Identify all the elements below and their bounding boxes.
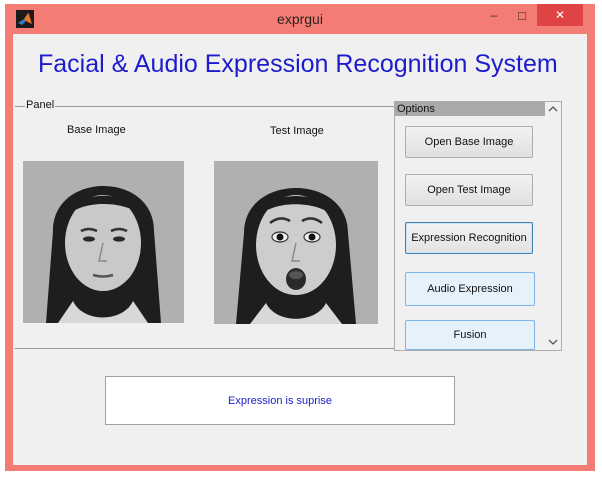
result-text: Expression is suprise bbox=[228, 394, 332, 407]
close-icon: ✕ bbox=[554, 8, 566, 22]
minimize-button[interactable]: – bbox=[481, 4, 507, 26]
figure-canvas: Facial & Audio Expression Recognition Sy… bbox=[13, 34, 587, 465]
maximize-icon: □ bbox=[518, 7, 526, 23]
scroll-down-icon bbox=[548, 339, 558, 345]
options-panel: Options Open Base Image Open Test Image … bbox=[394, 101, 562, 351]
test-image bbox=[214, 161, 378, 324]
title-bar[interactable]: exprgui – □ ✕ bbox=[5, 4, 595, 34]
result-display: Expression is suprise bbox=[105, 376, 455, 425]
app-window: exprgui – □ ✕ Facial & Audio Expression … bbox=[5, 4, 595, 471]
open-base-image-button[interactable]: Open Base Image bbox=[405, 126, 533, 158]
test-image-label: Test Image bbox=[270, 125, 324, 137]
options-title: Options bbox=[395, 102, 545, 116]
page-title: Facial & Audio Expression Recognition Sy… bbox=[38, 50, 558, 78]
options-scrollbar[interactable] bbox=[545, 102, 561, 350]
panel-border-top bbox=[15, 106, 399, 107]
scroll-up-icon bbox=[548, 106, 558, 112]
panel-border-bottom bbox=[15, 348, 399, 349]
expression-recognition-button[interactable]: Expression Recognition bbox=[405, 222, 533, 254]
audio-expression-button[interactable]: Audio Expression bbox=[405, 272, 535, 306]
panel-label: Panel bbox=[25, 99, 56, 111]
close-button[interactable]: ✕ bbox=[537, 4, 583, 26]
minimize-icon: – bbox=[490, 8, 498, 22]
maximize-button[interactable]: □ bbox=[509, 4, 535, 26]
base-image-label: Base Image bbox=[67, 124, 126, 136]
fusion-button[interactable]: Fusion bbox=[405, 320, 535, 350]
base-image bbox=[23, 161, 184, 323]
open-test-image-button[interactable]: Open Test Image bbox=[405, 174, 533, 206]
